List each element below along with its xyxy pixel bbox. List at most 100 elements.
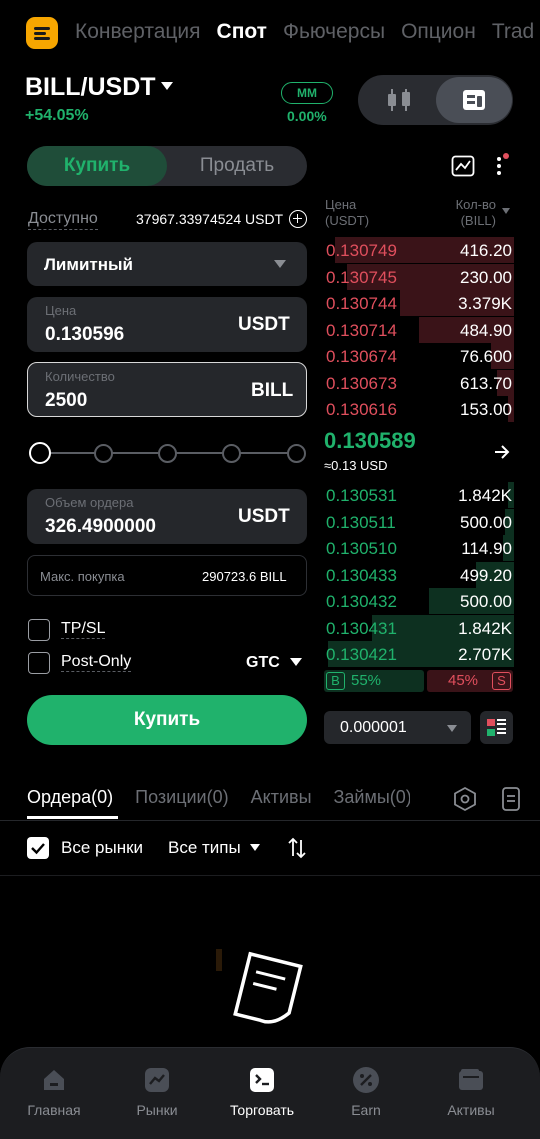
bid-price: 0.130431 xyxy=(326,618,397,638)
caret-down-icon xyxy=(274,260,286,268)
ask-price: 0.130745 xyxy=(326,267,397,287)
candlestick-view-button[interactable] xyxy=(370,80,430,120)
caret-down-icon[interactable] xyxy=(161,82,173,90)
caret-down-icon[interactable] xyxy=(290,658,302,666)
price-unit: USDT xyxy=(238,314,290,335)
orderbook-view-button[interactable] xyxy=(436,77,512,123)
tab-trad[interactable]: Trad xyxy=(492,20,534,44)
ask-price: 0.130749 xyxy=(326,241,397,260)
buy-tab[interactable]: Купить xyxy=(27,146,167,186)
available-label: Доступно xyxy=(28,210,98,230)
bid-qty: 2.707K xyxy=(458,645,512,664)
price-value[interactable]: 0.130596 xyxy=(45,324,124,346)
slider-step-25[interactable] xyxy=(94,444,113,463)
all-markets-checkbox[interactable] xyxy=(27,837,49,859)
volume-unit: USDT xyxy=(238,506,290,527)
chart-icon[interactable] xyxy=(451,154,475,178)
all-types-select[interactable]: Все типы xyxy=(168,838,241,858)
ask-price: 0.130744 xyxy=(326,294,397,313)
bid-price: 0.130510 xyxy=(326,539,397,558)
max-buy-label: Макс. покупка xyxy=(40,569,125,584)
tpsl-checkbox[interactable] xyxy=(28,619,50,641)
bid-row[interactable]: 0.130433 499.20 xyxy=(324,561,514,588)
slider-handle[interactable] xyxy=(29,442,51,464)
last-price-usd: ≈0.13 USD xyxy=(324,458,388,473)
quantity-value[interactable]: 2500 xyxy=(45,390,87,412)
home-icon xyxy=(40,1066,68,1094)
price-change: +54.05% xyxy=(25,107,89,124)
bid-price: 0.130531 xyxy=(326,486,397,505)
ask-row[interactable]: 0.130673 613.70 xyxy=(324,369,514,396)
ask-row[interactable]: 0.130616 153.00 xyxy=(324,396,514,422)
document-icon[interactable] xyxy=(500,786,522,812)
postonly-checkbox[interactable] xyxy=(28,652,50,674)
tab-options[interactable]: Опцион xyxy=(401,20,476,44)
bid-row[interactable]: 0.130511 500.00 xyxy=(324,508,514,535)
sell-tab[interactable]: Продать xyxy=(167,146,307,186)
bid-price: 0.130511 xyxy=(326,512,396,532)
bid-price: 0.130433 xyxy=(326,565,397,585)
sort-icon[interactable] xyxy=(286,836,308,860)
postonly-label[interactable]: Post-Only xyxy=(61,653,132,672)
nav-trade[interactable]: Торговать xyxy=(208,1066,316,1118)
ask-row[interactable]: 0.130674 76.600 xyxy=(324,343,514,369)
bid-row[interactable]: 0.130421 2.707K xyxy=(324,641,514,667)
all-markets-label[interactable]: Все рынки xyxy=(61,838,143,858)
nav-home[interactable]: Главная xyxy=(0,1066,108,1118)
arrow-right-icon[interactable] xyxy=(492,442,512,462)
active-tab-indicator xyxy=(27,816,118,819)
last-price: 0.130589 xyxy=(324,428,416,453)
ask-row[interactable]: 0.130749 416.20 xyxy=(324,237,514,263)
app-logo[interactable] xyxy=(26,17,58,49)
volume-value[interactable]: 326.4900000 xyxy=(45,516,156,538)
hexagon-settings-icon[interactable] xyxy=(452,786,478,812)
bid-row[interactable]: 0.130531 1.842K xyxy=(324,482,514,508)
bid-row[interactable]: 0.130431 1.842K xyxy=(324,614,514,641)
mm-value: 0.00% xyxy=(287,108,327,124)
ask-row[interactable]: 0.130744 3.379K xyxy=(324,290,514,316)
buy-button[interactable]: Купить xyxy=(27,695,307,745)
empty-orders-illustration xyxy=(212,945,322,1035)
quantity-unit: BILL xyxy=(251,380,294,401)
nav-earn[interactable]: Earn xyxy=(312,1066,420,1118)
price-label: Цена xyxy=(45,303,77,318)
tab-orders[interactable]: Ордера(0) xyxy=(27,787,113,808)
tab-futures[interactable]: Фьючерсы xyxy=(283,20,385,44)
sell-ratio-label: S xyxy=(492,672,511,690)
bid-qty: 1.842K xyxy=(458,486,512,505)
divider xyxy=(0,875,540,876)
pair-selector[interactable]: BILL/USDT xyxy=(25,73,156,102)
divider xyxy=(0,820,540,821)
tab-spot[interactable]: Спот xyxy=(217,20,267,44)
nav-assets[interactable]: Активы xyxy=(417,1066,525,1118)
sell-ratio-value: 45% xyxy=(448,672,479,689)
slider-step-75[interactable] xyxy=(222,444,241,463)
orderbook-mode-button[interactable] xyxy=(480,711,513,744)
ask-row[interactable]: 0.130745 230.00 xyxy=(324,263,514,290)
tpsl-label[interactable]: TP/SL xyxy=(61,620,106,639)
deposit-plus-icon[interactable] xyxy=(289,210,307,228)
ask-row[interactable]: 0.130714 484.90 xyxy=(324,316,514,343)
bid-qty: 500.00 xyxy=(460,592,512,611)
bid-price: 0.130421 xyxy=(326,645,397,664)
max-buy-value: 290723.6 BILL xyxy=(202,569,287,584)
book-icon xyxy=(463,90,485,110)
caret-down-icon[interactable] xyxy=(502,208,510,214)
slider-step-50[interactable] xyxy=(158,444,177,463)
more-icon[interactable] xyxy=(495,152,509,178)
nav-markets[interactable]: Рынки xyxy=(103,1066,211,1118)
wallet-icon xyxy=(457,1066,485,1094)
caret-down-icon[interactable] xyxy=(250,844,260,851)
tab-assets[interactable]: Активы xyxy=(251,787,312,808)
tab-loans[interactable]: Займы(0) xyxy=(334,787,410,808)
slider-step-100[interactable] xyxy=(287,444,306,463)
time-in-force-select[interactable]: GTC xyxy=(246,654,280,672)
tab-conversion[interactable]: Конвертация xyxy=(75,20,201,44)
tab-positions[interactable]: Позиции(0) xyxy=(135,787,228,808)
bid-row[interactable]: 0.130510 114.90 xyxy=(324,535,514,561)
bid-row[interactable]: 0.130432 500.00 xyxy=(324,588,514,614)
ob-qty-header[interactable]: Кол-во (BILL) xyxy=(448,197,496,229)
available-value: 37967.33974524 USDT xyxy=(136,211,284,227)
ask-qty: 613.70 xyxy=(460,373,512,393)
mm-badge[interactable]: MM xyxy=(281,82,333,104)
